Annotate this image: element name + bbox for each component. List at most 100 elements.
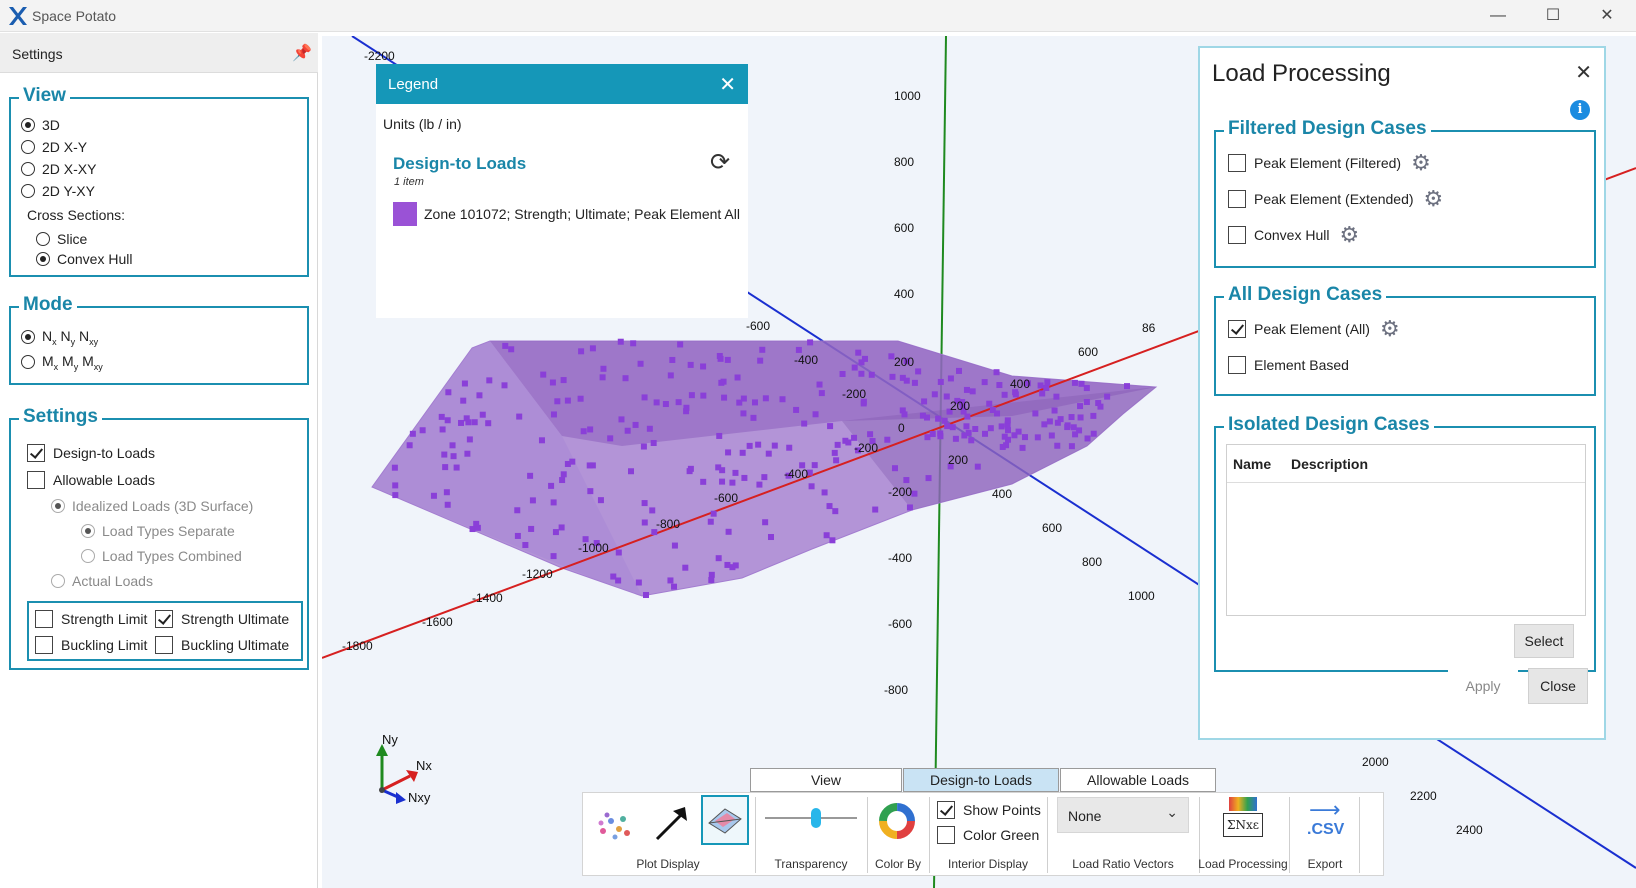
radio-convex-hull[interactable] <box>36 252 50 266</box>
transparency-slider[interactable] <box>765 808 857 828</box>
idealized-loads-option[interactable]: Idealized Loads (3D Surface) <box>51 498 253 514</box>
radio-load-types-separate[interactable] <box>81 524 95 538</box>
view-option-2d-y-xy[interactable]: 2D Y-XY <box>21 183 95 199</box>
load-point <box>724 356 731 363</box>
load-point <box>818 390 825 397</box>
buckling-ultimate-checkbox[interactable] <box>155 636 173 654</box>
radio-2d-x-xy[interactable] <box>21 162 35 176</box>
load-point <box>812 411 819 418</box>
load-point <box>944 423 951 430</box>
mode-option-n[interactable]: Nx Ny Nxy <box>21 328 98 347</box>
radio-load-types-combined[interactable] <box>81 549 95 563</box>
element-based-option[interactable]: Element Based <box>1228 356 1349 374</box>
strength-ultimate-checkbox[interactable] <box>155 610 173 628</box>
maximize-button[interactable]: ☐ <box>1530 4 1576 28</box>
convex-hull-option[interactable]: Convex Hull ⚙ <box>1228 224 1359 246</box>
export-csv-button[interactable]: ⟶ .CSV <box>1301 797 1351 845</box>
element-based-checkbox[interactable] <box>1228 356 1246 374</box>
peak-element-all-option[interactable]: Peak Element (All) ⚙ <box>1228 318 1400 340</box>
view-option-2d-x-xy[interactable]: 2D X-XY <box>21 161 96 177</box>
actual-loads-option[interactable]: Actual Loads <box>51 573 153 589</box>
buckling-ultimate-option[interactable]: Buckling Ultimate <box>155 636 289 654</box>
load-point <box>851 434 858 441</box>
design-to-loads-option[interactable]: Design-to Loads <box>27 444 155 462</box>
show-points-checkbox[interactable] <box>937 801 955 819</box>
x-axis-tick-label: 86 <box>1142 321 1156 335</box>
gear-icon[interactable]: ⚙ <box>1424 188 1444 210</box>
strength-limit-option[interactable]: Strength Limit <box>35 610 147 628</box>
load-processing-close-icon[interactable]: ✕ <box>1575 60 1592 85</box>
strength-ultimate-option[interactable]: Strength Ultimate <box>155 610 289 628</box>
color-green-option[interactable]: Color Green <box>937 826 1039 844</box>
radio-3d[interactable] <box>21 118 35 132</box>
load-point <box>708 576 715 583</box>
peak-element-all-checkbox[interactable] <box>1228 320 1246 338</box>
isolated-cases-table[interactable]: Name Description <box>1226 444 1586 616</box>
color-green-label: Color Green <box>963 827 1040 843</box>
radio-mode-n[interactable] <box>21 330 35 345</box>
radio-2d-x-y[interactable] <box>21 140 35 154</box>
radio-actual-loads[interactable] <box>51 574 65 588</box>
load-point <box>473 520 480 527</box>
gear-icon[interactable]: ⚙ <box>1380 318 1400 340</box>
load-point <box>550 499 557 506</box>
mode-option-m[interactable]: Mx My Mxy <box>21 353 103 372</box>
info-icon[interactable]: i <box>1570 100 1590 120</box>
buckling-limit-checkbox[interactable] <box>35 636 53 654</box>
load-processing-button[interactable]: ΣNxε <box>1223 797 1263 843</box>
tab-design-to-loads[interactable]: Design-to Loads <box>903 768 1059 792</box>
load-point <box>438 413 445 420</box>
gear-icon[interactable]: ⚙ <box>1339 224 1359 246</box>
peak-element-filtered-option[interactable]: Peak Element (Filtered) ⚙ <box>1228 152 1431 174</box>
color-green-checkbox[interactable] <box>937 826 955 844</box>
y-axis-tick-label: 1000 <box>894 89 921 103</box>
scatter-plot-icon[interactable] <box>593 801 637 845</box>
select-button[interactable]: Select <box>1514 624 1574 658</box>
load-point <box>842 437 849 444</box>
load-ratio-dropdown[interactable]: None ⌄ <box>1057 797 1189 833</box>
design-to-loads-checkbox[interactable] <box>27 444 45 462</box>
radio-2d-y-xy[interactable] <box>21 184 35 198</box>
buckling-limit-option[interactable]: Buckling Limit <box>35 636 147 654</box>
peak-element-extended-checkbox[interactable] <box>1228 190 1246 208</box>
convex-hull-checkbox[interactable] <box>1228 226 1246 244</box>
peak-element-extended-option[interactable]: Peak Element (Extended) ⚙ <box>1228 188 1444 210</box>
load-types-combined-option[interactable]: Load Types Combined <box>81 548 242 564</box>
arrow-right-icon: ⟶ <box>1309 797 1341 822</box>
apply-button[interactable]: Apply <box>1448 668 1518 704</box>
col-description-header[interactable]: Description <box>1291 456 1368 472</box>
load-types-separate-option[interactable]: Load Types Separate <box>81 523 235 539</box>
cross-section-convex-hull[interactable]: Convex Hull <box>36 251 132 267</box>
close-button[interactable]: Close <box>1528 668 1588 704</box>
allowable-loads-checkbox[interactable] <box>27 471 45 489</box>
close-window-button[interactable]: ✕ <box>1584 4 1630 28</box>
tab-allowable-loads[interactable]: Allowable Loads <box>1060 768 1216 792</box>
buckling-limit-label: Buckling Limit <box>61 637 148 653</box>
load-point <box>671 583 678 590</box>
cross-section-slice[interactable]: Slice <box>36 231 87 247</box>
vector-arrow-icon[interactable] <box>649 801 693 845</box>
gear-icon[interactable]: ⚙ <box>1411 152 1431 174</box>
load-point <box>955 367 962 374</box>
view-option-2d-x-y[interactable]: 2D X-Y <box>21 139 87 155</box>
strength-limit-checkbox[interactable] <box>35 610 53 628</box>
allowable-loads-option[interactable]: Allowable Loads <box>27 471 155 489</box>
peak-element-filtered-checkbox[interactable] <box>1228 154 1246 172</box>
radio-idealized-loads[interactable] <box>51 499 65 513</box>
transparency-slider-thumb[interactable] <box>810 808 821 828</box>
load-point <box>514 507 521 514</box>
surface-plot-button[interactable] <box>701 795 749 845</box>
minimize-button[interactable]: — <box>1475 4 1521 28</box>
color-by-label: Color By <box>874 857 921 871</box>
show-points-option[interactable]: Show Points <box>937 801 1041 819</box>
radio-mode-m[interactable] <box>21 355 35 370</box>
color-wheel-icon[interactable] <box>877 801 917 841</box>
refresh-icon[interactable]: ⟳ <box>710 148 730 177</box>
view-option-3d[interactable]: 3D <box>21 117 60 133</box>
legend-close-icon[interactable]: ✕ <box>719 72 736 97</box>
pin-icon[interactable]: 📌 <box>292 43 312 63</box>
tab-view[interactable]: View <box>750 768 902 792</box>
radio-slice[interactable] <box>36 232 50 246</box>
load-point <box>740 410 747 417</box>
col-name-header[interactable]: Name <box>1233 456 1271 472</box>
